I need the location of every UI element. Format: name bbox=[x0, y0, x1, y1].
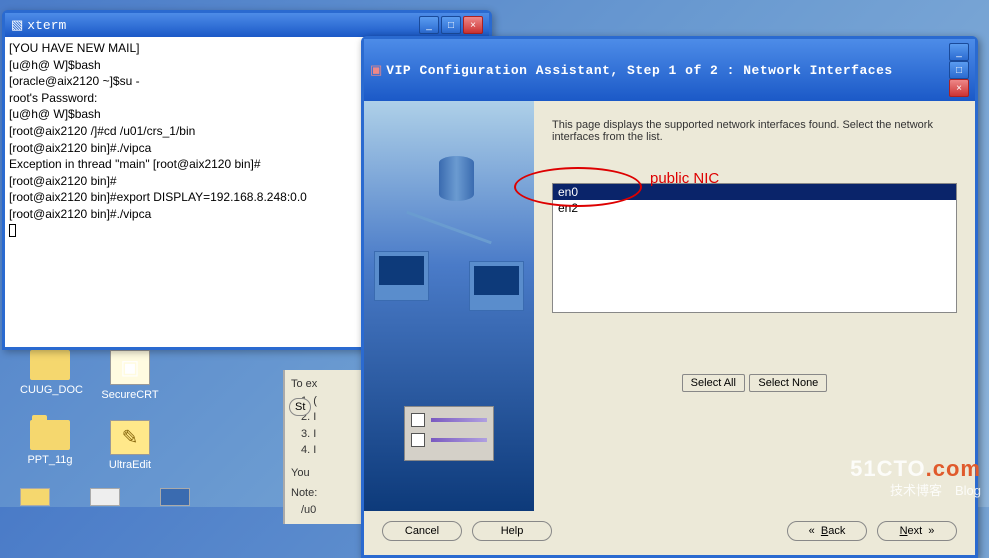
folder-icon bbox=[30, 350, 70, 380]
desktop-icon-ppt[interactable]: PPT_11g bbox=[20, 420, 80, 471]
checklist-graphic bbox=[404, 406, 494, 461]
vip-footer: Cancel Help « Back Next » bbox=[364, 511, 975, 555]
watermark-brand: 51CTO.com bbox=[850, 456, 981, 482]
link-line-icon bbox=[406, 211, 492, 245]
xterm-titlebar[interactable]: ▧ xterm _ □ × bbox=[5, 13, 489, 37]
desktop-icon-securecrt[interactable]: ▣ SecureCRT bbox=[100, 350, 160, 401]
vip-body: This page displays the supported network… bbox=[364, 101, 975, 511]
maximize-button[interactable]: □ bbox=[441, 16, 461, 34]
cancel-button[interactable]: Cancel bbox=[382, 521, 462, 541]
desktop-icon-row-3 bbox=[20, 488, 190, 506]
terminal-cursor bbox=[9, 224, 16, 237]
select-none-button[interactable]: Select None bbox=[749, 374, 827, 392]
list-item[interactable]: en2 bbox=[553, 200, 956, 216]
xterm-app-icon: ▧ bbox=[11, 17, 23, 33]
help-button[interactable]: Help bbox=[472, 521, 552, 541]
maximize-button[interactable]: □ bbox=[949, 61, 969, 79]
partial-background-window: To ex 1. ( St 2. I 3. I 4. I You Note: /… bbox=[283, 370, 373, 524]
checkbox-icon bbox=[411, 413, 425, 427]
close-button[interactable]: × bbox=[463, 16, 483, 34]
list-item[interactable]: en0 bbox=[553, 184, 956, 200]
selection-buttons: Select All Select None bbox=[552, 373, 957, 392]
desktop-icon-row-2: PPT_11g ✎ UltraEdit bbox=[20, 420, 160, 471]
icon-label: CUUG_DOC bbox=[20, 384, 80, 396]
vip-titlebar[interactable]: ▣ VIP Configuration Assistant, Step 1 of… bbox=[364, 39, 975, 101]
desktop-icon-cuug[interactable]: CUUG_DOC bbox=[20, 350, 80, 401]
vip-title-text: VIP Configuration Assistant, Step 1 of 2… bbox=[386, 63, 949, 78]
vip-sidebar-graphic bbox=[364, 101, 534, 511]
folder-icon bbox=[30, 420, 70, 450]
xterm-title-text: xterm bbox=[27, 18, 419, 33]
partial-icon[interactable] bbox=[90, 488, 120, 506]
computer-icon bbox=[374, 251, 429, 301]
partial-icon[interactable] bbox=[20, 488, 50, 506]
partial-button[interactable]: St bbox=[289, 398, 311, 416]
back-button[interactable]: « Back bbox=[787, 521, 867, 541]
watermark-subtitle: 技术博客 Blog bbox=[890, 480, 981, 499]
computer-icon bbox=[469, 261, 524, 311]
checkbox-icon bbox=[411, 433, 425, 447]
vip-description: This page displays the supported network… bbox=[552, 119, 957, 143]
desktop-icon-ultraedit[interactable]: ✎ UltraEdit bbox=[100, 420, 160, 471]
ultraedit-icon: ✎ bbox=[110, 420, 150, 455]
desktop-icon-row-1: CUUG_DOC ▣ SecureCRT bbox=[20, 350, 160, 401]
icon-label: PPT_11g bbox=[20, 454, 80, 466]
icon-label: SecureCRT bbox=[100, 389, 160, 401]
network-interface-listbox[interactable]: en0 en2 bbox=[552, 183, 957, 313]
next-button[interactable]: Next » bbox=[877, 521, 957, 541]
securecrt-icon: ▣ bbox=[110, 350, 150, 385]
vip-content: This page displays the supported network… bbox=[534, 101, 975, 511]
minimize-button[interactable]: _ bbox=[419, 16, 439, 34]
partial-icon[interactable] bbox=[160, 488, 190, 506]
minimize-button[interactable]: _ bbox=[949, 43, 969, 61]
close-button[interactable]: × bbox=[949, 79, 969, 97]
select-all-button[interactable]: Select All bbox=[682, 374, 745, 392]
icon-label: UltraEdit bbox=[100, 459, 160, 471]
vip-app-icon: ▣ bbox=[370, 62, 382, 78]
database-cylinder-icon bbox=[439, 156, 474, 201]
